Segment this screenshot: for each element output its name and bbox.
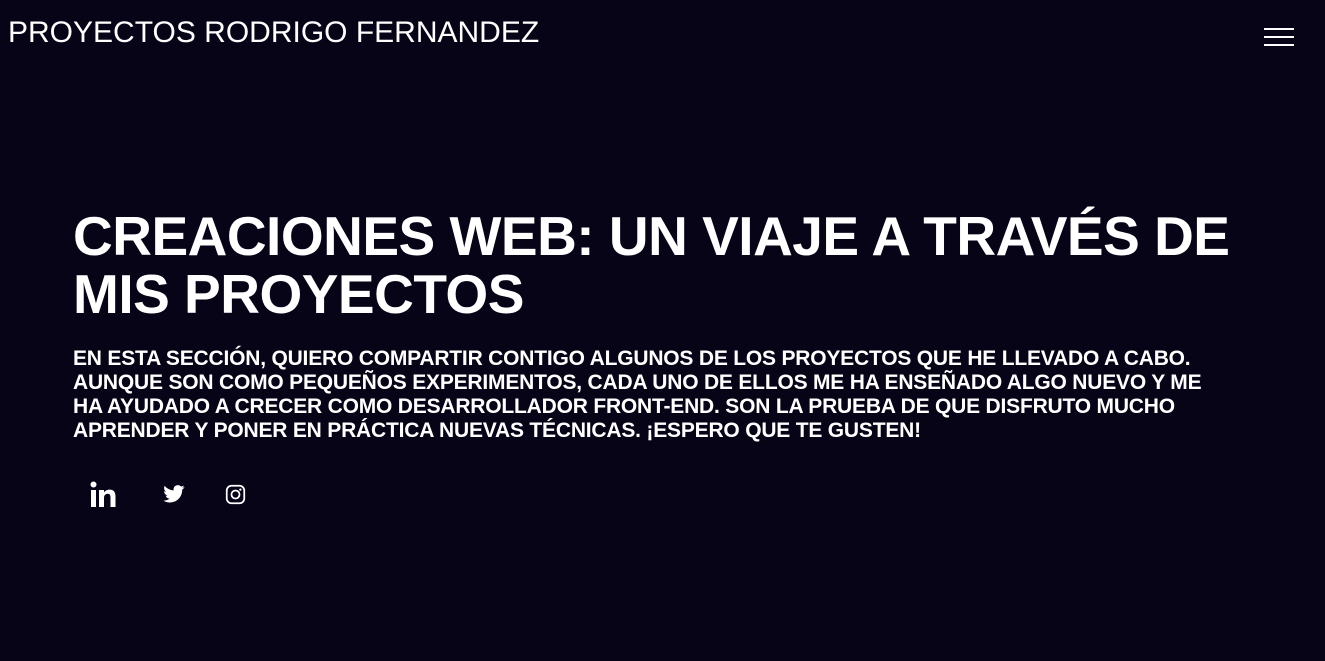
- hero-description: EN ESTA SECCIÓN, QUIERO COMPARTIR CONTIG…: [73, 347, 1202, 442]
- linkedin-icon: [90, 481, 116, 507]
- instagram-icon: [225, 484, 245, 504]
- menu-bar: [1264, 44, 1294, 46]
- menu-bar: [1264, 36, 1294, 38]
- page: PROYECTOS RODRIGO FERNANDEZ CREACIONES W…: [0, 0, 1325, 661]
- instagram-link[interactable]: [223, 482, 247, 506]
- linkedin-link[interactable]: [84, 475, 122, 513]
- twitter-icon: [163, 485, 185, 503]
- twitter-link[interactable]: [162, 482, 186, 506]
- social-links: [84, 474, 247, 514]
- site-title[interactable]: PROYECTOS RODRIGO FERNANDEZ: [8, 15, 539, 51]
- hero-title: CREACIONES WEB: UN VIAJE A TRAVÉS DE MIS…: [73, 205, 1230, 325]
- hamburger-menu-button[interactable]: [1264, 26, 1296, 50]
- menu-bar: [1264, 28, 1294, 30]
- hero-section: CREACIONES WEB: UN VIAJE A TRAVÉS DE MIS…: [73, 207, 1233, 443]
